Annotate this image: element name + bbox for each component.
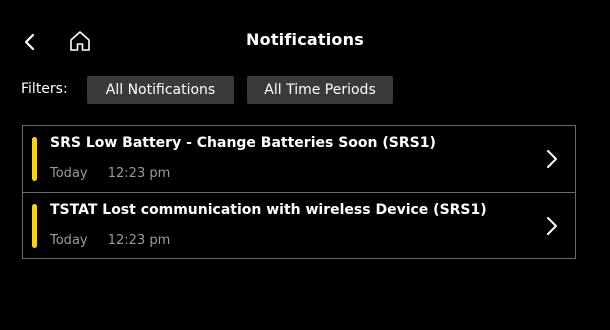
notification-list: SRS Low Battery - Change Batteries Soon … bbox=[22, 125, 576, 259]
filter-all-notifications-button[interactable]: All Notifications bbox=[87, 76, 234, 104]
notification-meta: Today 12:23 pm bbox=[50, 166, 170, 181]
notification-time: 12:23 pm bbox=[107, 233, 171, 248]
severity-indicator bbox=[32, 137, 37, 181]
notifications-screen: Notifications Filters: All Notifications… bbox=[0, 0, 610, 330]
chevron-right-icon bbox=[547, 217, 557, 235]
page-title: Notifications bbox=[246, 30, 364, 49]
notification-meta: Today 12:23 pm bbox=[50, 233, 170, 248]
notification-item[interactable]: SRS Low Battery - Change Batteries Soon … bbox=[23, 126, 575, 192]
filters-label: Filters: bbox=[21, 81, 68, 97]
notification-title: TSTAT Lost communication with wireless D… bbox=[50, 202, 487, 218]
chevron-right-icon bbox=[547, 150, 557, 168]
notification-time: 12:23 pm bbox=[107, 166, 171, 181]
notification-date: Today bbox=[50, 233, 88, 248]
notification-item[interactable]: TSTAT Lost communication with wireless D… bbox=[23, 192, 575, 258]
notification-date: Today bbox=[50, 166, 88, 181]
filter-all-time-periods-button[interactable]: All Time Periods bbox=[247, 76, 393, 104]
notification-title: SRS Low Battery - Change Batteries Soon … bbox=[50, 135, 436, 151]
severity-indicator bbox=[32, 204, 37, 248]
